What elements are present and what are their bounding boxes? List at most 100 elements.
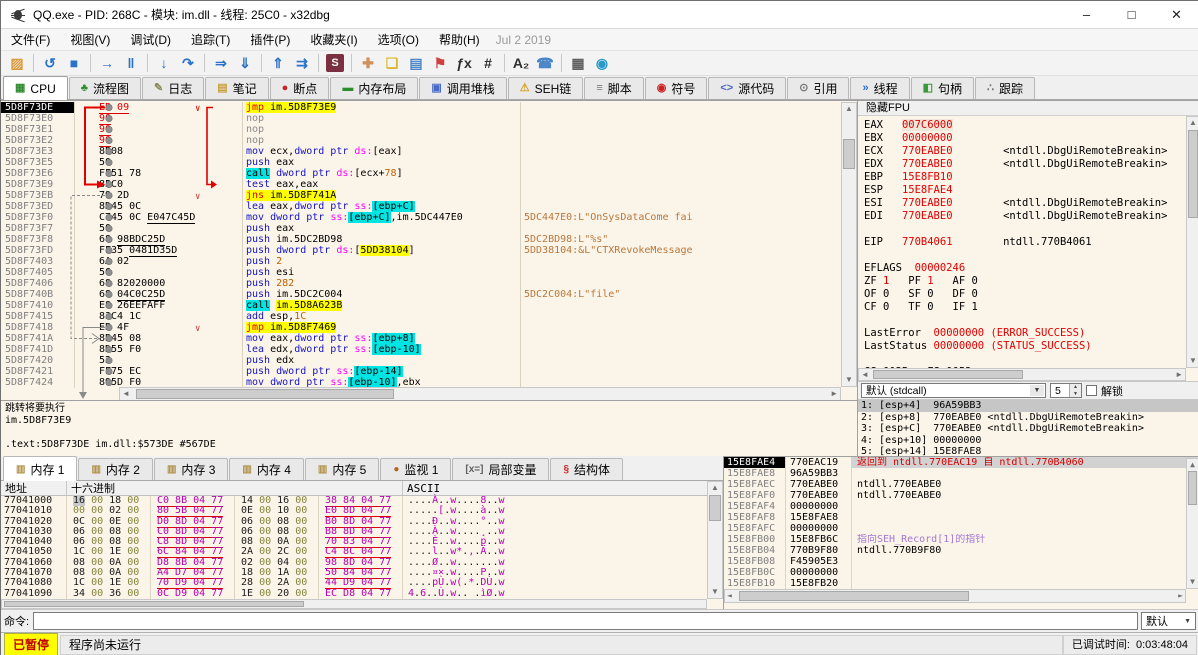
stack-row[interactable]: 15E8FAE896A59BB3 <box>724 468 1198 479</box>
registers-vertical-scrollbar[interactable]: ▲ ▼ <box>1186 116 1198 368</box>
toolbar-globe-icon[interactable]: ◉ <box>591 53 613 73</box>
disasm-row[interactable]: 5D8F74036A 02push 2 <box>1 256 841 267</box>
menu-item-2[interactable]: 调试(D) <box>120 29 181 50</box>
disasm-row[interactable]: 5D8F73E190nop <box>1 124 841 135</box>
memory-dump-panel[interactable]: 地址 十六进制 ASCII 7704100016 00 18 00C0 8B 0… <box>1 481 723 609</box>
stack-row[interactable]: 15E8FAE4770EAC19返回到 ntdll.770EAC19 自 ntd… <box>724 457 1198 468</box>
toolbar-strings-icon[interactable]: A₂ <box>510 53 532 73</box>
register-line[interactable]: EDI 770EABE0 <ntdll.DbgUiRemoteBreakin> <box>864 210 1186 223</box>
toolbar-execute-till-return-icon[interactable]: ⇑ <box>267 53 289 73</box>
register-line[interactable]: EBX 00000000 <box>864 132 1186 145</box>
tab-SEH链[interactable]: ⚠SEH链 <box>508 77 584 99</box>
tab-笔记[interactable]: ▤笔记 <box>205 77 268 99</box>
menu-item-7[interactable]: 帮助(H) <box>429 29 490 50</box>
toolbar-function-icon[interactable]: ƒx <box>453 53 475 73</box>
disasm-row[interactable]: 5D8F73E550push eax <box>1 157 841 168</box>
register-line[interactable]: LastStatus 00000000 (STATUS_SUCCESS) <box>864 340 1186 353</box>
disasm-row[interactable]: 5D8F740668 82020000push 282 <box>1 278 841 289</box>
register-line[interactable] <box>864 353 1186 366</box>
tab-内存 2[interactable]: ▥内存 2 <box>78 458 152 480</box>
disasm-row[interactable]: 5D8F740556push esi <box>1 267 841 278</box>
stack-panel[interactable]: 15E8FAE4770EAC19返回到 ntdll.770EAC19 自 ntd… <box>723 456 1198 609</box>
disassembly-horizontal-scrollbar[interactable]: ◄ ► <box>119 387 841 401</box>
maximize-button[interactable]: □ <box>1109 1 1154 29</box>
spin-down-icon[interactable]: ▼ <box>1070 391 1081 398</box>
toolbar-step-out-icon[interactable]: ⇓ <box>234 53 256 73</box>
stack-vertical-scrollbar[interactable]: ▲ ▼ <box>1186 458 1198 589</box>
stack-row[interactable]: 15E8FB0C00000000 <box>724 567 1198 578</box>
disasm-row[interactable]: 5D8F73E290nop <box>1 135 841 146</box>
argument-row[interactable]: 1: [esp+4] 96A59BB3 <box>858 400 1198 412</box>
stack-row[interactable]: 15E8FAF815E8FAE8 <box>724 512 1198 523</box>
disassembly-vertical-scrollbar[interactable]: ▲ ▼ <box>841 102 857 387</box>
tab-日志[interactable]: ✎日志 <box>142 77 204 99</box>
chevron-down-icon[interactable]: ▼ <box>1030 385 1044 396</box>
unlock-checkbox[interactable]: 解锁 <box>1086 383 1123 399</box>
stack-row[interactable]: 15E8FAEC770EABE0ntdll.770EABE0 <box>724 479 1198 490</box>
menu-item-1[interactable]: 视图(V) <box>60 29 120 50</box>
toolbar-stop-icon[interactable]: ■ <box>63 53 85 73</box>
tab-脚本[interactable]: ≡脚本 <box>584 77 643 99</box>
tab-调用堆栈[interactable]: ▣调用堆栈 <box>419 77 506 99</box>
register-line[interactable]: EFLAGS 00000246 <box>864 262 1186 275</box>
disasm-row[interactable]: 5D8F740B68 04C0C25Dpush im.5DC2C0045DC2C… <box>1 289 841 300</box>
stack-row[interactable]: 15E8FB0015E8FB6C指向SEH_Record[1]的指针 <box>724 534 1198 545</box>
tab-线程[interactable]: »线程 <box>850 77 909 99</box>
stack-row[interactable]: 15E8FB1015E8FB20 <box>724 578 1198 589</box>
menu-item-5[interactable]: 收藏夹(I) <box>300 29 367 50</box>
menu-item-4[interactable]: 插件(P) <box>240 29 300 50</box>
register-line[interactable]: EAX 007C6000 <box>864 119 1186 132</box>
stack-horizontal-scrollbar[interactable]: ◄ ► <box>724 589 1186 603</box>
tab-内存 5[interactable]: ▥内存 5 <box>305 458 379 480</box>
tab-流程图[interactable]: ♣流程图 <box>69 77 141 99</box>
tab-源代码[interactable]: <>源代码 <box>708 77 786 99</box>
disasm-row[interactable]: 5D8F741D8D55 F0lea edx,dword ptr ss:[ebp… <box>1 344 841 355</box>
disasm-row[interactable]: 5D8F741A8B45 08mov eax,dword ptr ss:[ebp… <box>1 333 841 344</box>
toolbar-patch-icon[interactable]: ✚ <box>357 53 379 73</box>
toolbar-scylla-icon[interactable]: S <box>326 54 344 72</box>
disasm-row[interactable]: 5D8F73E090nop <box>1 113 841 124</box>
menu-item-3[interactable]: 追踪(T) <box>181 29 240 50</box>
stack-row[interactable]: 15E8FAFC00000000 <box>724 523 1198 534</box>
tab-结构体[interactable]: §结构体 <box>550 458 623 480</box>
register-line[interactable] <box>864 314 1186 327</box>
register-line[interactable]: EDX 770EABE0 <ntdll.DbgUiRemoteBreakin> <box>864 158 1186 171</box>
disasm-row[interactable]: 5D8F73EB79 2Djns im.5D8F741A <box>1 190 841 201</box>
disasm-row[interactable]: 5D8F7418EB 4Fjmp im.5D8F7469 <box>1 322 841 333</box>
register-line[interactable]: CF 0 TF 0 IF 1 <box>864 301 1186 314</box>
register-line[interactable]: ECX 770EABE0 <ntdll.DbgUiRemoteBreakin> <box>864 145 1186 158</box>
disassembly-panel[interactable]: 5D8F73DEEB 09jmp im.5D8F73E95D8F73E090no… <box>1 100 857 400</box>
stack-row[interactable]: 15E8FAF0770EABE0ntdll.770EABE0 <box>724 490 1198 501</box>
register-line[interactable]: ESP 15E8FAE4 <box>864 184 1186 197</box>
tab-监视 1[interactable]: ●监视 1 <box>380 458 451 480</box>
tab-内存 3[interactable]: ▥内存 3 <box>154 458 228 480</box>
disasm-row[interactable]: 5D8F741583C4 1Cadd esp,1C <box>1 311 841 322</box>
tab-跟踪[interactable]: ∴跟踪 <box>975 77 1035 99</box>
toolbar-calculator-icon[interactable]: ▦ <box>567 53 589 73</box>
toolbar-label-icon[interactable]: ▤ <box>405 53 427 73</box>
toolbar-comment-icon[interactable]: ❏ <box>381 53 403 73</box>
disasm-row[interactable]: 5D8F73F750push eax <box>1 223 841 234</box>
stack-row[interactable]: 15E8FB04770B9F80ntdll.770B9F80 <box>724 545 1198 556</box>
checkbox-box[interactable] <box>1086 385 1097 396</box>
menu-item-0[interactable]: 文件(F) <box>1 29 60 50</box>
dump-row[interactable]: 7704109034 00 36 000C D9 04 771E 00 20 0… <box>1 589 723 599</box>
toolbar-open-file-icon[interactable]: ▨ <box>6 53 28 73</box>
tab-CPU[interactable]: ▦CPU <box>3 76 68 100</box>
dump-vertical-scrollbar[interactable]: ▲ ▼ <box>707 481 723 599</box>
disasm-row[interactable]: 5D8F73F0C745 0C E047C45Dmov dword ptr ss… <box>1 212 841 223</box>
tab-内存 1[interactable]: ▥内存 1 <box>3 456 77 481</box>
disasm-row[interactable]: 5D8F73DEEB 09jmp im.5D8F73E9 <box>1 102 841 113</box>
argument-count-stepper[interactable]: 5 ▲▼ <box>1050 383 1082 398</box>
toolbar-run-to-cursor-icon[interactable]: ⇒ <box>210 53 232 73</box>
tab-断点[interactable]: ●断点 <box>270 77 330 99</box>
registers-list[interactable]: EAX 007C6000EBX 00000000ECX 770EABE0 <nt… <box>858 116 1186 368</box>
toolbar-hash-icon[interactable]: # <box>477 53 499 73</box>
arguments-list[interactable]: 1: [esp+4] 96A59BB32: [esp+8] 770EABE0 <… <box>858 399 1198 457</box>
menu-item-6[interactable]: 选项(O) <box>368 29 429 50</box>
tab-符号[interactable]: ◉符号 <box>645 77 708 99</box>
argument-row[interactable]: 3: [esp+C] 770EABE0 <ntdll.DbgUiRemoteBr… <box>858 423 1198 435</box>
argument-row[interactable]: 2: [esp+8] 770EABE0 <ntdll.DbgUiRemoteBr… <box>858 412 1198 424</box>
register-line[interactable] <box>864 249 1186 262</box>
disasm-row[interactable]: 5D8F7410E8 26EEFAFFcall im.5D8A623B <box>1 300 841 311</box>
